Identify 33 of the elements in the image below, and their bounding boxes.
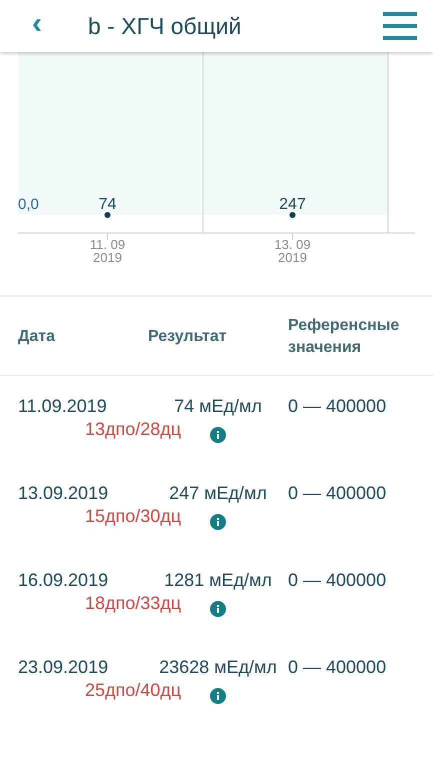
date-label: 11. 09 2019 bbox=[90, 237, 126, 265]
back-button[interactable]: ‹ bbox=[24, 7, 54, 45]
result-cell: 74 мЕд/мл bbox=[174, 396, 262, 417]
info-icon[interactable] bbox=[210, 427, 226, 443]
data-point bbox=[290, 212, 296, 218]
menu-icon[interactable] bbox=[383, 11, 417, 41]
result-cell: 23628 мЕд/мл bbox=[159, 657, 277, 678]
axis-label: 0,0 bbox=[18, 196, 39, 213]
cycle-note: 15дпо/30дц bbox=[85, 506, 182, 527]
reference-cell: 0 — 400000 bbox=[288, 396, 386, 416]
info-icon[interactable] bbox=[210, 514, 226, 530]
result-cell: 1281 мЕд/мл bbox=[164, 570, 272, 591]
reference-cell: 0 — 400000 bbox=[288, 657, 386, 677]
date-label: 13. 09 2019 bbox=[274, 237, 311, 265]
result-cell: 247 мЕд/мл bbox=[169, 483, 267, 504]
cycle-note: 18дпо/33дц bbox=[85, 593, 182, 614]
data-point bbox=[104, 212, 110, 218]
column-header: Результат bbox=[148, 328, 228, 346]
date-cell: 23.09.2019 bbox=[18, 657, 108, 678]
reference-cell: 0 — 400000 bbox=[288, 483, 386, 503]
date-cell: 11.09.2019 bbox=[18, 396, 107, 417]
info-icon[interactable] bbox=[210, 688, 226, 704]
info-icon[interactable] bbox=[210, 601, 226, 617]
column-header: Референсные значения bbox=[288, 316, 400, 358]
screen-title: b - ХГЧ общий bbox=[88, 12, 242, 40]
cycle-note: 25дпо/40дц bbox=[85, 680, 182, 701]
column-header: Дата bbox=[18, 328, 56, 346]
date-cell: 16.09.2019 bbox=[18, 570, 108, 591]
reference-cell: 0 — 400000 bbox=[288, 570, 386, 590]
value-label: 247 bbox=[279, 196, 306, 213]
value-label: 74 bbox=[98, 196, 116, 213]
cycle-note: 13дпо/28дц bbox=[85, 419, 182, 440]
date-cell: 13.09.2019 bbox=[18, 483, 108, 504]
